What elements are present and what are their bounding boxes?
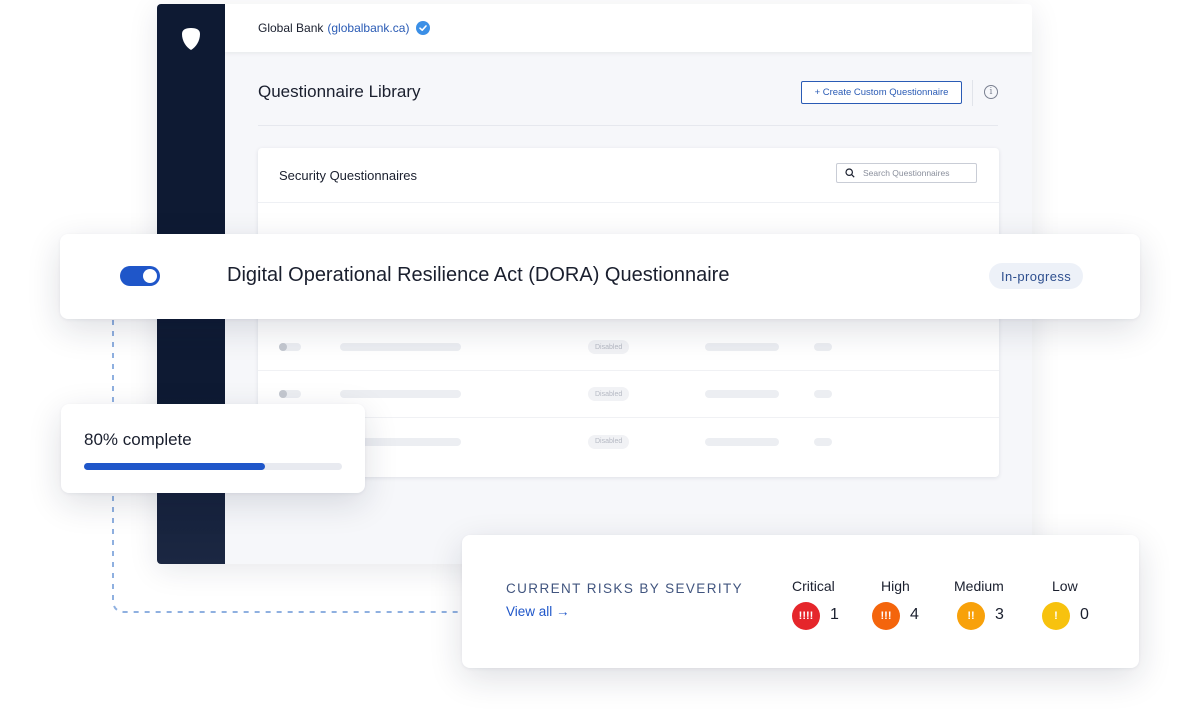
row-name-placeholder: [340, 390, 461, 398]
progress-bar: [84, 463, 342, 470]
org-domain: globalbank.ca: [331, 21, 406, 35]
row-action-placeholder: [814, 390, 832, 398]
severity-count: 0: [1080, 606, 1089, 623]
card-header-divider: [258, 202, 999, 203]
dora-title: Digital Operational Resilience Act (DORA…: [227, 264, 730, 286]
severity-label: Critical: [792, 578, 835, 594]
risks-by-severity-card: CURRENT RISKS BY SEVERITY View all → Cri…: [462, 535, 1139, 668]
severity-label: High: [881, 578, 910, 594]
progress-label: 80% complete: [84, 430, 192, 449]
status-badge: Disabled: [588, 340, 630, 354]
info-icon[interactable]: i: [984, 85, 998, 99]
table-row[interactable]: Disabled: [258, 418, 999, 465]
risk-section-title: CURRENT RISKS BY SEVERITY: [506, 581, 744, 596]
card-title: Security Questionnaires: [279, 168, 418, 183]
progress-bar-fill: [84, 463, 265, 470]
dora-enable-toggle[interactable]: [120, 266, 160, 286]
low-alert-icon: !: [1042, 602, 1070, 630]
table-row[interactable]: Disabled: [258, 371, 999, 418]
status-badge: Disabled: [588, 434, 630, 449]
search-placeholder: Search Questionnaires: [863, 168, 950, 178]
verified-check-icon: [416, 21, 431, 35]
severity-count: 4: [910, 606, 919, 623]
row-meta-placeholder: [705, 390, 779, 398]
create-custom-questionnaire-button[interactable]: + Create Custom Questionnaire: [801, 81, 962, 104]
page-title: Questionnaire Library: [258, 82, 421, 101]
org-domain-wrapper[interactable]: (globalbank.ca): [327, 21, 409, 35]
search-icon: [845, 168, 855, 178]
toolbar-divider: [972, 80, 973, 106]
row-meta-placeholder: [705, 437, 779, 446]
org-name: Global Bank: [258, 21, 324, 35]
title-divider: [258, 125, 998, 126]
row-meta-placeholder: [705, 343, 779, 351]
row-name-placeholder: [340, 343, 461, 351]
severity-label: Low: [1052, 578, 1078, 594]
view-all-link[interactable]: View all →: [506, 604, 570, 619]
table-row[interactable]: Disabled: [258, 324, 999, 371]
critical-alert-icon: !!!!: [792, 602, 820, 630]
row-toggle[interactable]: [279, 343, 301, 351]
row-action-placeholder: [814, 437, 832, 446]
shield-logo-icon[interactable]: [181, 27, 201, 51]
severity-count: 1: [830, 606, 839, 623]
org-domain-close: ): [405, 21, 410, 35]
row-action-placeholder: [814, 343, 832, 351]
severity-label: Medium: [954, 578, 1004, 594]
search-input[interactable]: Search Questionnaires: [836, 163, 977, 183]
dora-questionnaire-card[interactable]: Digital Operational Resilience Act (DORA…: [60, 234, 1140, 319]
high-alert-icon: !!!: [872, 602, 900, 630]
progress-card: 80% complete: [61, 404, 365, 493]
top-bar: Global Bank (globalbank.ca): [225, 4, 1032, 52]
row-toggle[interactable]: [279, 390, 301, 398]
severity-count: 3: [995, 606, 1004, 623]
medium-alert-icon: !!: [957, 602, 985, 630]
status-badge: Disabled: [588, 387, 630, 401]
status-badge: In-progress: [989, 263, 1084, 289]
